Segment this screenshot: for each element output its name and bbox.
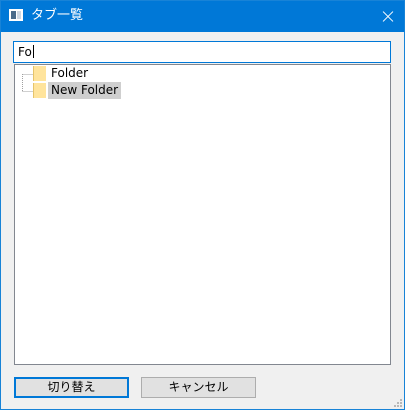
tab-tree-view[interactable]: Folder New Folder	[14, 64, 391, 365]
app-window-icon	[9, 9, 23, 21]
folder-icon	[33, 83, 46, 98]
search-input-value: Fo	[18, 45, 32, 59]
search-input[interactable]: Fo	[13, 41, 391, 63]
folder-icon	[33, 66, 46, 81]
tree-item-label: New Folder	[48, 82, 122, 99]
close-icon[interactable]	[370, 1, 404, 32]
window-title: タブ一覧	[31, 8, 84, 23]
resize-grip-icon[interactable]	[392, 397, 402, 407]
cancel-button[interactable]: キャンセル	[141, 377, 256, 398]
tab-list-dialog: タブ一覧 Fo Folder New Folder 切り替え キャンセル	[0, 0, 405, 410]
tree-item-label: Folder	[51, 66, 89, 80]
switch-button[interactable]: 切り替え	[14, 377, 129, 398]
title-bar[interactable]: タブ一覧	[1, 1, 404, 32]
